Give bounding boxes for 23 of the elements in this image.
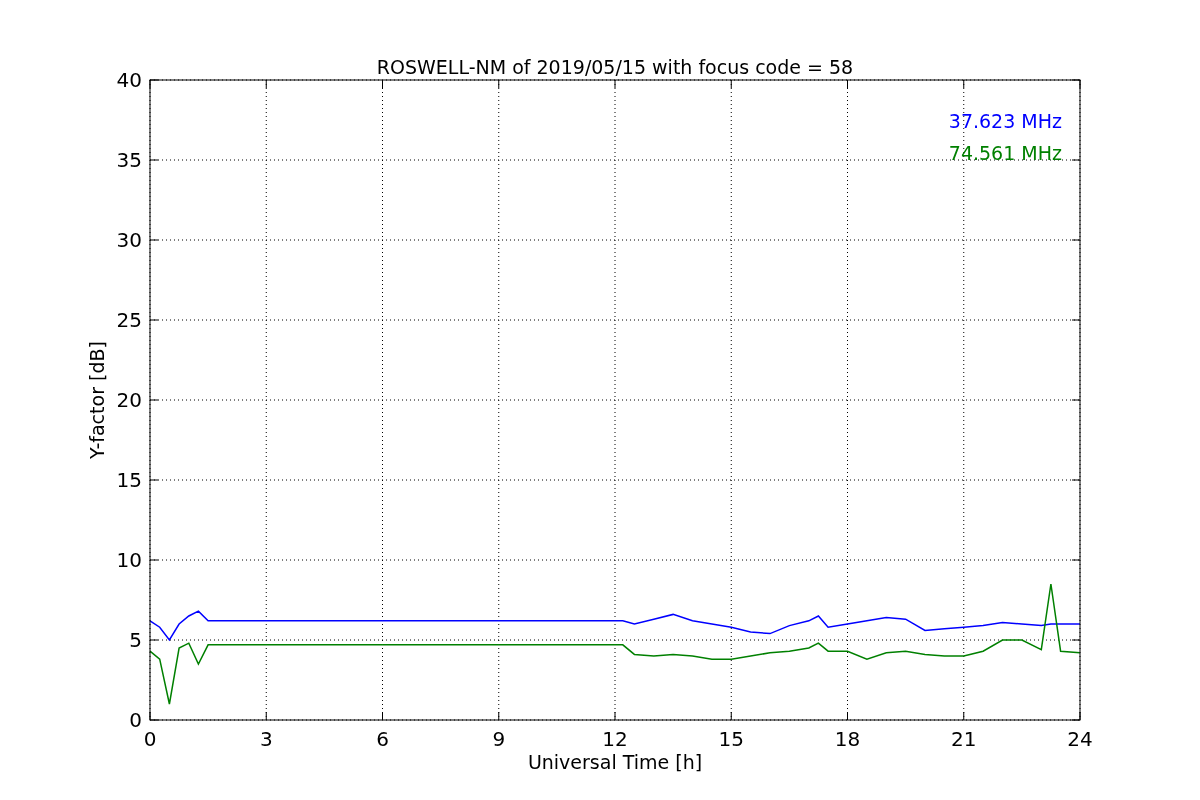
- legend-label: 74.561 MHz: [948, 142, 1062, 164]
- x-tick-label: 18: [834, 727, 861, 751]
- x-axis-label: Universal Time [h]: [527, 751, 703, 773]
- chart-title: ROSWELL-NM of 2019/05/15 with focus code = 58: [376, 56, 854, 78]
- x-tick-label: 21: [951, 727, 977, 751]
- y-tick-label: 20: [116, 388, 142, 412]
- y-axis-label: Y-factor [dB]: [86, 341, 108, 459]
- y-tick-label: 5: [129, 628, 142, 652]
- y-tick-label: 35: [116, 148, 142, 172]
- y-tick-label: 10: [116, 548, 142, 572]
- x-tick-label: 12: [602, 727, 628, 751]
- x-tick-label: 6: [376, 727, 389, 751]
- y-tick-label: 15: [116, 468, 142, 492]
- x-tick-label: 3: [259, 727, 273, 751]
- x-tick-label: 15: [718, 727, 744, 751]
- y-tick-label: 0: [129, 708, 142, 732]
- y-tick-label: 25: [116, 308, 142, 332]
- y-tick-label: 30: [116, 228, 142, 252]
- legend-label: 37.623 MHz: [948, 110, 1062, 132]
- y-tick-label: 40: [116, 68, 142, 92]
- x-tick-label: 9: [492, 727, 506, 751]
- x-tick-label: 0: [143, 727, 157, 751]
- x-tick-label: 24: [1067, 727, 1093, 751]
